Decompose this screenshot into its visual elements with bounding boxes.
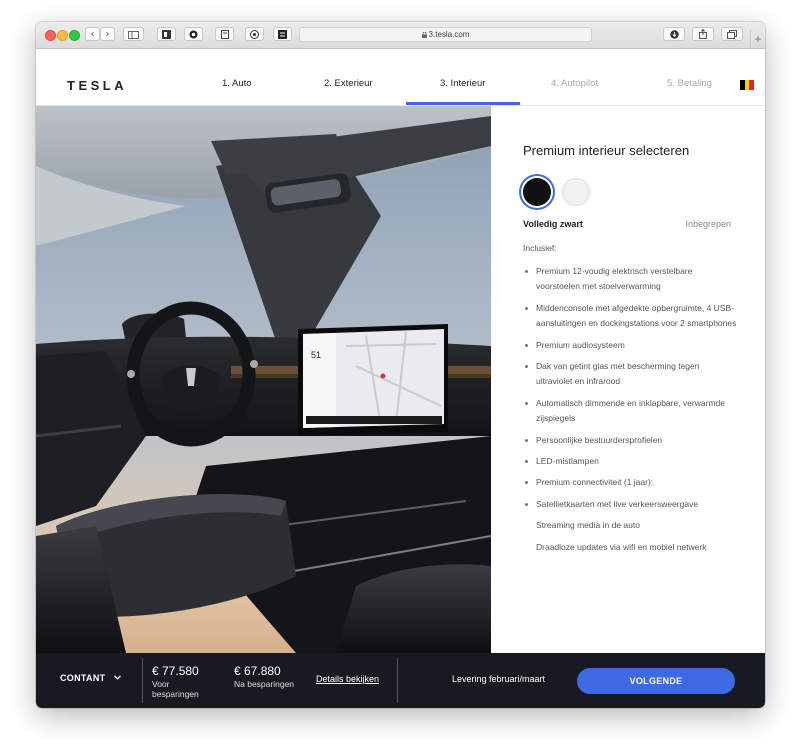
tabs-icon	[727, 30, 737, 39]
sidebar-button[interactable]	[123, 27, 144, 41]
feature-item: Persoonlijke bestuurdersprofielen	[523, 433, 737, 448]
feature-item: Satellietkaarten met live verkeersweerga…	[523, 497, 737, 512]
selected-interior-name: Volledig zwart	[523, 219, 583, 229]
browser-toolbar: ‹ › 3.tesla.com +	[36, 22, 765, 49]
circle-extension-icon	[189, 30, 198, 39]
notes-icon	[278, 30, 287, 39]
plus-icon: +	[754, 32, 762, 46]
step-exterieur[interactable]: 2. Exterieur	[324, 78, 373, 89]
minimize-window-button[interactable]	[57, 30, 68, 41]
included-heading: Inclusief:	[523, 243, 557, 253]
page-extension-icon	[220, 30, 229, 39]
downloads-button[interactable]	[663, 27, 685, 41]
swatch-black[interactable]	[523, 178, 551, 206]
feature-item: Middenconsole met afgedekte opbergruimte…	[523, 301, 737, 332]
feature-subitem: Streaming media in de auto	[536, 520, 640, 531]
site-header: TESLA 1. Auto 2. Exterieur 3. Interieur …	[36, 49, 765, 106]
step-interieur[interactable]: 3. Interieur	[440, 78, 485, 89]
price-before-savings: € 77.580	[152, 664, 199, 678]
interior-photo: 51	[36, 106, 491, 653]
url-text: 3.tesla.com	[428, 30, 470, 39]
back-button[interactable]: ‹	[85, 27, 100, 41]
extension-circle-button[interactable]	[184, 27, 203, 41]
next-button[interactable]: VOLGENDE	[577, 668, 735, 694]
tesla-logo[interactable]: TESLA	[67, 78, 127, 93]
feature-item: Dak van getint glas met bescherming tege…	[523, 359, 737, 390]
selected-interior-price: Inbegrepen	[685, 219, 731, 229]
extension-office-button[interactable]	[157, 27, 176, 41]
price-before-label: Voor besparingen	[152, 679, 199, 699]
extension-notes-button[interactable]	[273, 27, 292, 41]
share-button[interactable]	[692, 27, 714, 41]
active-step-indicator	[406, 102, 520, 105]
feature-item: Premium connectiviteit (1 jaar):	[523, 475, 737, 490]
browser-window: ‹ › 3.tesla.com + TESLA 1. Auto 2. Exter…	[36, 22, 765, 708]
close-window-button[interactable]	[45, 30, 56, 41]
feature-item: Premium audiosysteem	[523, 338, 737, 353]
forward-button[interactable]: ›	[100, 27, 115, 41]
address-bar[interactable]: 3.tesla.com	[299, 27, 592, 42]
feature-item: Automatisch dimmende en inklapbare, verw…	[523, 396, 737, 427]
step-betaling[interactable]: 5. Betaling	[667, 78, 712, 89]
payment-method-dropdown[interactable]: CONTANT	[60, 673, 122, 683]
delivery-estimate: Levering februari/maart	[452, 674, 546, 684]
step-autopilot[interactable]: 4. Autopilot	[551, 78, 598, 89]
feature-item: LED-mistlampen	[523, 454, 737, 469]
back-icon: ‹	[90, 29, 95, 40]
zoom-window-button[interactable]	[69, 30, 80, 41]
panel-title: Premium interieur selecteren	[523, 143, 690, 158]
screen-speed: 51	[311, 350, 321, 360]
forward-icon: ›	[105, 29, 110, 40]
price-after-savings: € 67.880	[234, 664, 281, 678]
tabs-overview-button[interactable]	[721, 27, 743, 41]
office-icon	[162, 30, 171, 39]
details-link[interactable]: Details bekijken	[316, 674, 379, 684]
feature-item: Premium 12-voudig elektrisch verstelbare…	[523, 264, 737, 295]
target-icon	[250, 30, 259, 39]
order-summary-bar: CONTANT € 77.580 Voor besparingen € 67.8…	[36, 653, 765, 708]
interior-options-panel: Premium interieur selecteren Volledig zw…	[491, 106, 765, 653]
swatch-white[interactable]	[562, 178, 590, 206]
new-tab-button[interactable]: +	[750, 30, 765, 48]
sidebar-icon	[128, 31, 139, 39]
chevron-down-icon	[114, 675, 122, 680]
belgium-flag-icon[interactable]	[740, 80, 755, 90]
feature-subitem: Draadloze updates via wifi en mobiel net…	[536, 541, 707, 552]
step-auto[interactable]: 1. Auto	[222, 78, 252, 89]
share-icon	[699, 28, 707, 39]
footer-divider	[397, 658, 398, 703]
download-icon	[669, 30, 679, 39]
footer-divider	[142, 658, 143, 703]
extension-page-button[interactable]	[215, 27, 234, 41]
lock-icon	[421, 31, 427, 38]
feature-list: Premium 12-voudig elektrisch verstelbare…	[523, 264, 737, 561]
payment-method-label: CONTANT	[60, 673, 106, 683]
price-after-label: Na besparingen	[234, 679, 295, 689]
extension-target-button[interactable]	[245, 27, 264, 41]
interior-illustration: 51	[36, 106, 491, 653]
